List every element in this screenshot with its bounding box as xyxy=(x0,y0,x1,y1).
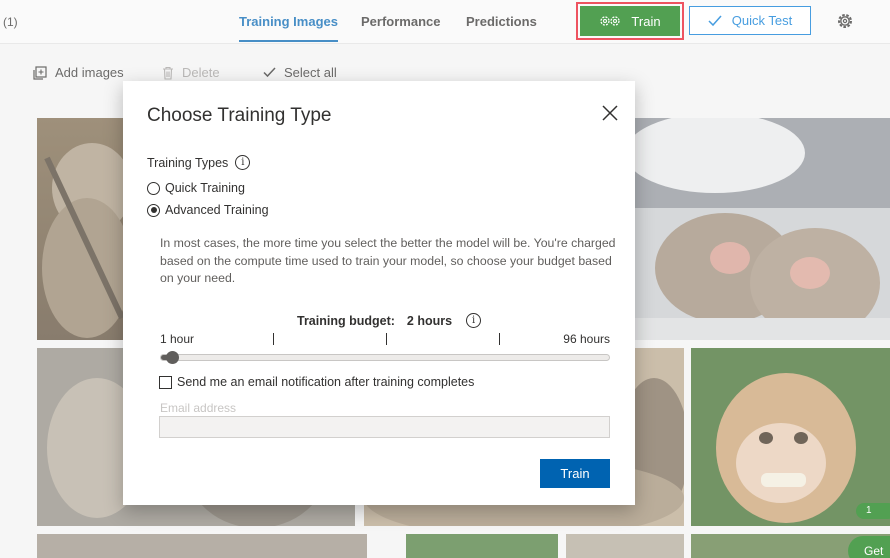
radio-quick-training[interactable]: Quick Training xyxy=(147,181,245,195)
budget-min-label: 1 hour xyxy=(160,332,195,346)
training-types-label: Training Types xyxy=(147,155,229,170)
radio-button-unselected[interactable] xyxy=(147,181,160,195)
training-types-label-row: Training Types i xyxy=(147,155,251,170)
radio-advanced-training[interactable]: Advanced Training xyxy=(147,203,269,217)
slider-tick xyxy=(499,333,500,345)
email-notification-checkbox-row[interactable]: Send me an email notification after trai… xyxy=(159,375,474,389)
radio-quick-training-label: Quick Training xyxy=(165,181,245,195)
info-icon[interactable]: i xyxy=(466,313,482,328)
training-description: In most cases, the more time you select … xyxy=(160,236,616,285)
radio-button-selected[interactable] xyxy=(147,203,160,217)
email-notification-checkbox[interactable] xyxy=(159,375,172,389)
radio-advanced-training-label: Advanced Training xyxy=(165,203,269,217)
close-icon[interactable] xyxy=(601,104,619,122)
dialog-train-button[interactable]: Train xyxy=(540,459,610,488)
slider-thumb[interactable] xyxy=(166,351,180,364)
dialog-title: Choose Training Type xyxy=(147,105,332,126)
training-budget-value: 2 hours xyxy=(406,313,453,328)
training-budget-row: Training budget: 2 hours i xyxy=(297,313,482,328)
training-budget-slider[interactable] xyxy=(160,351,610,364)
choose-training-type-dialog: Choose Training Type Training Types i Qu… xyxy=(123,81,635,505)
budget-max-label: 96 hours xyxy=(563,332,610,346)
training-budget-label: Training budget: xyxy=(297,313,395,328)
info-icon[interactable]: i xyxy=(235,155,251,170)
email-address-label: Email address xyxy=(160,401,237,415)
email-address-input[interactable] xyxy=(159,416,610,438)
slider-tick xyxy=(273,333,274,345)
slider-tick xyxy=(386,333,387,345)
email-notification-label: Send me an email notification after trai… xyxy=(177,375,475,389)
